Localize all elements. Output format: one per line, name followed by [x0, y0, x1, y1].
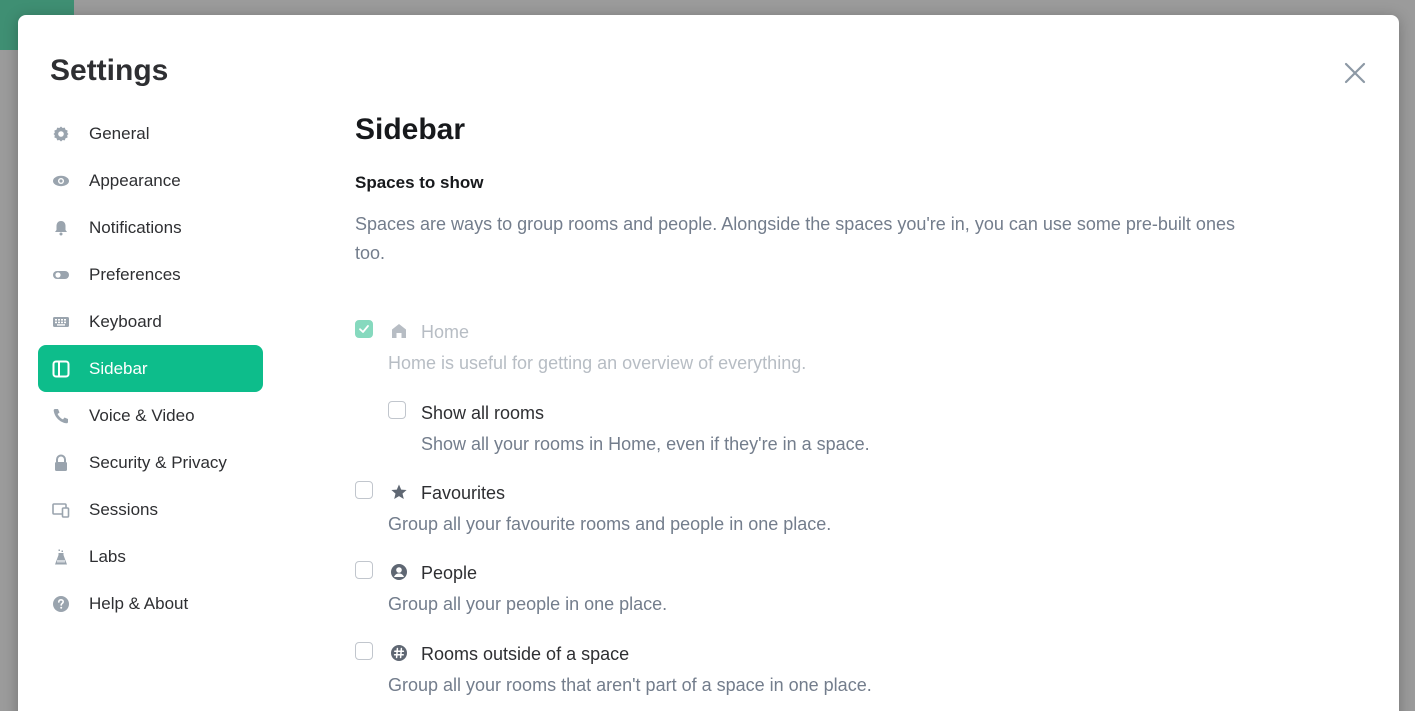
keyboard-icon [52, 313, 70, 331]
nav-item-label: Preferences [89, 264, 181, 284]
people-label: People [421, 563, 478, 583]
help-icon [52, 595, 70, 613]
nav-item-label: Labs [89, 546, 126, 566]
favourites-description: Group all your favourite rooms and peopl… [388, 514, 832, 534]
person-icon [390, 563, 408, 581]
nav-item-help-about[interactable]: Help & About [38, 580, 263, 627]
hash-icon [390, 644, 408, 662]
bell-icon [52, 219, 70, 237]
rooms-outside-description: Group all your rooms that aren't part of… [388, 675, 872, 695]
devices-icon [52, 501, 70, 519]
toggle-icon [52, 266, 70, 284]
gear-icon [52, 125, 70, 143]
nav-item-label: Notifications [89, 217, 182, 237]
show-all-rooms-label: Show all rooms [421, 403, 545, 423]
nav-item-security-privacy[interactable]: Security & Privacy [38, 439, 263, 486]
phone-icon [52, 407, 70, 425]
close-button[interactable] [1342, 60, 1368, 86]
nav-item-label: Sidebar [89, 358, 148, 378]
show-all-rooms-checkbox[interactable] [388, 401, 406, 419]
nav-item-voice-video[interactable]: Voice & Video [38, 392, 263, 439]
nav-item-label: Keyboard [89, 311, 162, 331]
people-checkbox[interactable] [355, 561, 373, 579]
section-heading: Sidebar [355, 113, 466, 146]
sidebar-icon [52, 360, 70, 378]
home-checkbox[interactable] [355, 320, 373, 338]
settings-dialog: Settings General Appearance Notification… [18, 15, 1399, 711]
home-icon [390, 322, 408, 340]
nav-item-keyboard[interactable]: Keyboard [38, 298, 263, 345]
nav-item-label: General [89, 123, 150, 143]
rooms-outside-label: Rooms outside of a space [421, 644, 630, 664]
people-description: Group all your people in one place. [388, 594, 668, 614]
nav-item-labs[interactable]: Labs [38, 533, 263, 580]
star-icon [390, 483, 408, 501]
nav-item-label: Voice & Video [89, 405, 195, 425]
checkmark-icon [359, 325, 369, 333]
home-label: Home [421, 322, 470, 342]
spaces-description: Spaces are ways to group rooms and peopl… [355, 214, 1235, 263]
nav-item-label: Sessions [89, 499, 158, 519]
rooms-outside-checkbox[interactable] [355, 642, 373, 660]
spaces-subheading: Spaces to show [355, 173, 484, 192]
nav-item-preferences[interactable]: Preferences [38, 251, 263, 298]
show-all-rooms-description: Show all your rooms in Home, even if the… [421, 434, 870, 454]
nav-item-notifications[interactable]: Notifications [38, 204, 263, 251]
nav-item-appearance[interactable]: Appearance [38, 157, 263, 204]
nav-item-general[interactable]: General [38, 110, 263, 157]
nav-item-sessions[interactable]: Sessions [38, 486, 263, 533]
nav-item-label: Help & About [89, 593, 189, 613]
nav-item-label: Appearance [89, 170, 181, 190]
favourites-label: Favourites [421, 483, 506, 503]
nav-item-sidebar[interactable]: Sidebar [38, 345, 263, 392]
dialog-title: Settings [50, 54, 169, 87]
nav-item-label: Security & Privacy [89, 452, 227, 472]
flask-icon [52, 548, 70, 566]
favourites-checkbox[interactable] [355, 481, 373, 499]
eye-icon [52, 172, 70, 190]
home-description: Home is useful for getting an overview o… [388, 353, 807, 373]
lock-icon [52, 453, 70, 472]
close-icon [1344, 62, 1366, 84]
settings-nav: General Appearance Notifications Prefere… [38, 110, 263, 627]
